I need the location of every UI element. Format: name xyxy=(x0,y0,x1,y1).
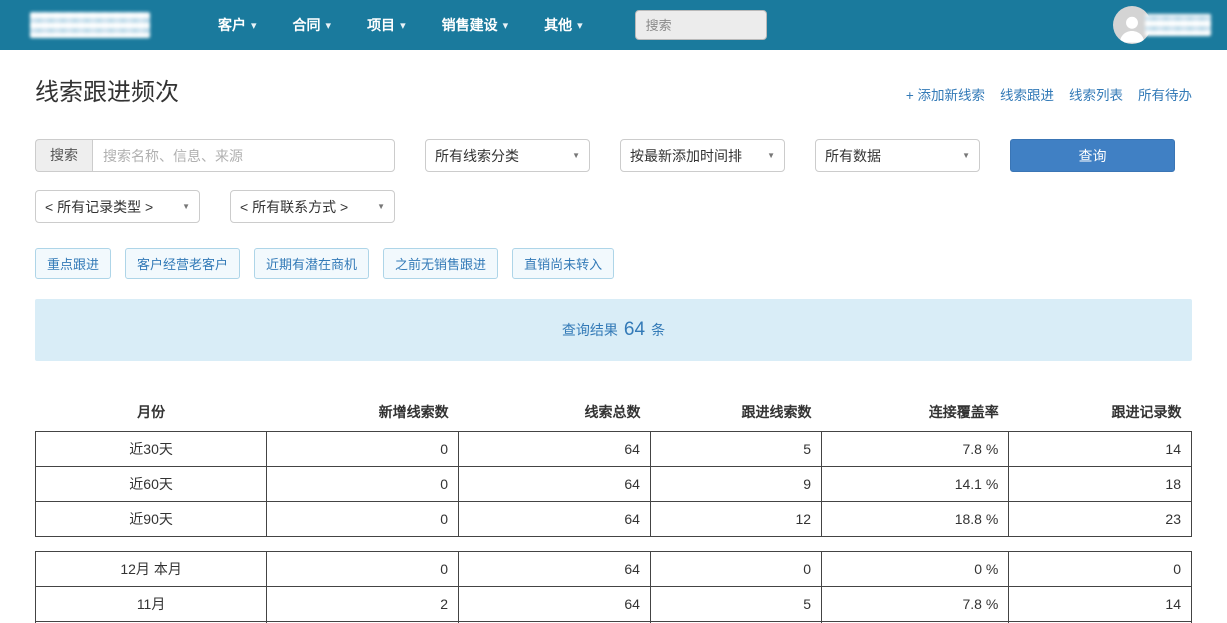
search-label: 搜索 xyxy=(35,139,92,172)
col-header-total-leads: 线索总数 xyxy=(459,393,651,432)
nav-item-contracts[interactable]: 合同 ▾ xyxy=(293,15,332,35)
result-count: 64 xyxy=(624,319,645,341)
all-todos-link[interactable]: 所有待办 xyxy=(1138,84,1192,104)
col-header-followup-records: 跟进记录数 xyxy=(1009,393,1192,432)
global-search-input[interactable] xyxy=(635,10,767,40)
navbar-user-area xyxy=(1113,6,1211,44)
tag-recent-opportunity[interactable]: 近期有潜在商机 xyxy=(254,248,369,279)
quick-filter-tags: 重点跟进 客户经营老客户 近期有潜在商机 之前无销售跟进 直销尚未转入 xyxy=(35,248,1192,279)
sort-order-select[interactable]: 按最新添加时间排 ▼ xyxy=(620,139,785,172)
page-title: 线索跟进频次 xyxy=(35,72,179,102)
tag-key-followup[interactable]: 重点跟进 xyxy=(35,248,111,279)
top-navbar: 客户 ▾ 合同 ▾ 项目 ▾ 销售建设 ▾ 其他 ▾ xyxy=(0,0,1227,50)
col-header-followed-leads: 跟进线索数 xyxy=(650,393,821,432)
lead-list-link[interactable]: 线索列表 xyxy=(1069,84,1123,104)
result-suffix: 条 xyxy=(651,320,665,340)
tag-no-sales-followup[interactable]: 之前无销售跟进 xyxy=(383,248,498,279)
followup-frequency-table: 月份 新增线索数 线索总数 跟进线索数 连接覆盖率 跟进记录数 近30天 0 6… xyxy=(35,393,1192,623)
table-row: 近30天 0 64 5 7.8 % 14 xyxy=(36,432,1192,467)
contact-method-select[interactable]: < 所有联系方式 > ▼ xyxy=(230,190,395,223)
chevron-down-icon: ▼ xyxy=(182,202,190,211)
app-logo[interactable] xyxy=(30,12,150,38)
user-icon xyxy=(1115,10,1149,44)
tag-direct-sales-pending[interactable]: 直销尚未转入 xyxy=(512,248,614,279)
col-header-month: 月份 xyxy=(36,393,267,432)
page-content: 线索跟进频次 + 添加新线索 线索跟进 线索列表 所有待办 搜索 所有线索分类 … xyxy=(0,72,1227,623)
search-group: 搜索 xyxy=(35,139,395,172)
table-group-spacer xyxy=(36,537,1192,552)
nav-item-projects[interactable]: 项目 ▾ xyxy=(367,15,406,35)
lead-search-input[interactable] xyxy=(92,139,395,172)
nav-item-label: 其他 xyxy=(544,15,572,35)
header-links: + 添加新线索 线索跟进 线索列表 所有待办 xyxy=(906,84,1192,104)
chevron-down-icon: ▾ xyxy=(577,19,583,32)
nav-item-sales-building[interactable]: 销售建设 ▾ xyxy=(442,15,509,35)
chevron-down-icon: ▾ xyxy=(326,19,332,32)
nav-item-label: 客户 xyxy=(218,15,246,35)
col-header-coverage-rate: 连接覆盖率 xyxy=(822,393,1009,432)
tag-old-customer[interactable]: 客户经营老客户 xyxy=(125,248,240,279)
table-row: 近90天 0 64 12 18.8 % 23 xyxy=(36,502,1192,537)
nav-item-customers[interactable]: 客户 ▾ xyxy=(218,15,257,35)
user-name[interactable] xyxy=(1145,14,1211,36)
nav-item-label: 合同 xyxy=(293,15,321,35)
result-banner: 查询结果 64 条 xyxy=(35,299,1192,361)
table-row: 12月 本月 0 64 0 0 % 0 xyxy=(36,552,1192,587)
nav-item-others[interactable]: 其他 ▾ xyxy=(544,15,583,35)
add-new-lead-link[interactable]: + 添加新线索 xyxy=(906,84,985,104)
filter-row-1: 搜索 所有线索分类 ▼ 按最新添加时间排 ▼ 所有数据 ▼ 查询 xyxy=(35,139,1192,172)
chevron-down-icon: ▾ xyxy=(251,19,257,32)
chevron-down-icon: ▼ xyxy=(377,202,385,211)
chevron-down-icon: ▾ xyxy=(503,19,509,32)
table-header-row: 月份 新增线索数 线索总数 跟进线索数 连接覆盖率 跟进记录数 xyxy=(36,393,1192,432)
table-row: 11月 2 64 5 7.8 % 14 xyxy=(36,587,1192,622)
result-prefix: 查询结果 xyxy=(562,320,618,340)
query-button[interactable]: 查询 xyxy=(1010,139,1175,172)
data-scope-select[interactable]: 所有数据 ▼ xyxy=(815,139,980,172)
nav-item-label: 项目 xyxy=(367,15,395,35)
table-row: 近60天 0 64 9 14.1 % 18 xyxy=(36,467,1192,502)
chevron-down-icon: ▼ xyxy=(962,151,970,160)
nav-item-label: 销售建设 xyxy=(442,15,498,35)
lead-category-select[interactable]: 所有线索分类 ▼ xyxy=(425,139,590,172)
lead-followup-link[interactable]: 线索跟进 xyxy=(1000,84,1054,104)
chevron-down-icon: ▾ xyxy=(400,19,406,32)
chevron-down-icon: ▼ xyxy=(767,151,775,160)
chevron-down-icon: ▼ xyxy=(572,151,580,160)
main-nav: 客户 ▾ 合同 ▾ 项目 ▾ 销售建设 ▾ 其他 ▾ xyxy=(218,15,583,35)
col-header-new-leads: 新增线索数 xyxy=(267,393,459,432)
filter-row-2: < 所有记录类型 > ▼ < 所有联系方式 > ▼ xyxy=(35,190,1192,223)
page-header: 线索跟进频次 + 添加新线索 线索跟进 线索列表 所有待办 xyxy=(35,72,1192,104)
record-type-select[interactable]: < 所有记录类型 > ▼ xyxy=(35,190,200,223)
